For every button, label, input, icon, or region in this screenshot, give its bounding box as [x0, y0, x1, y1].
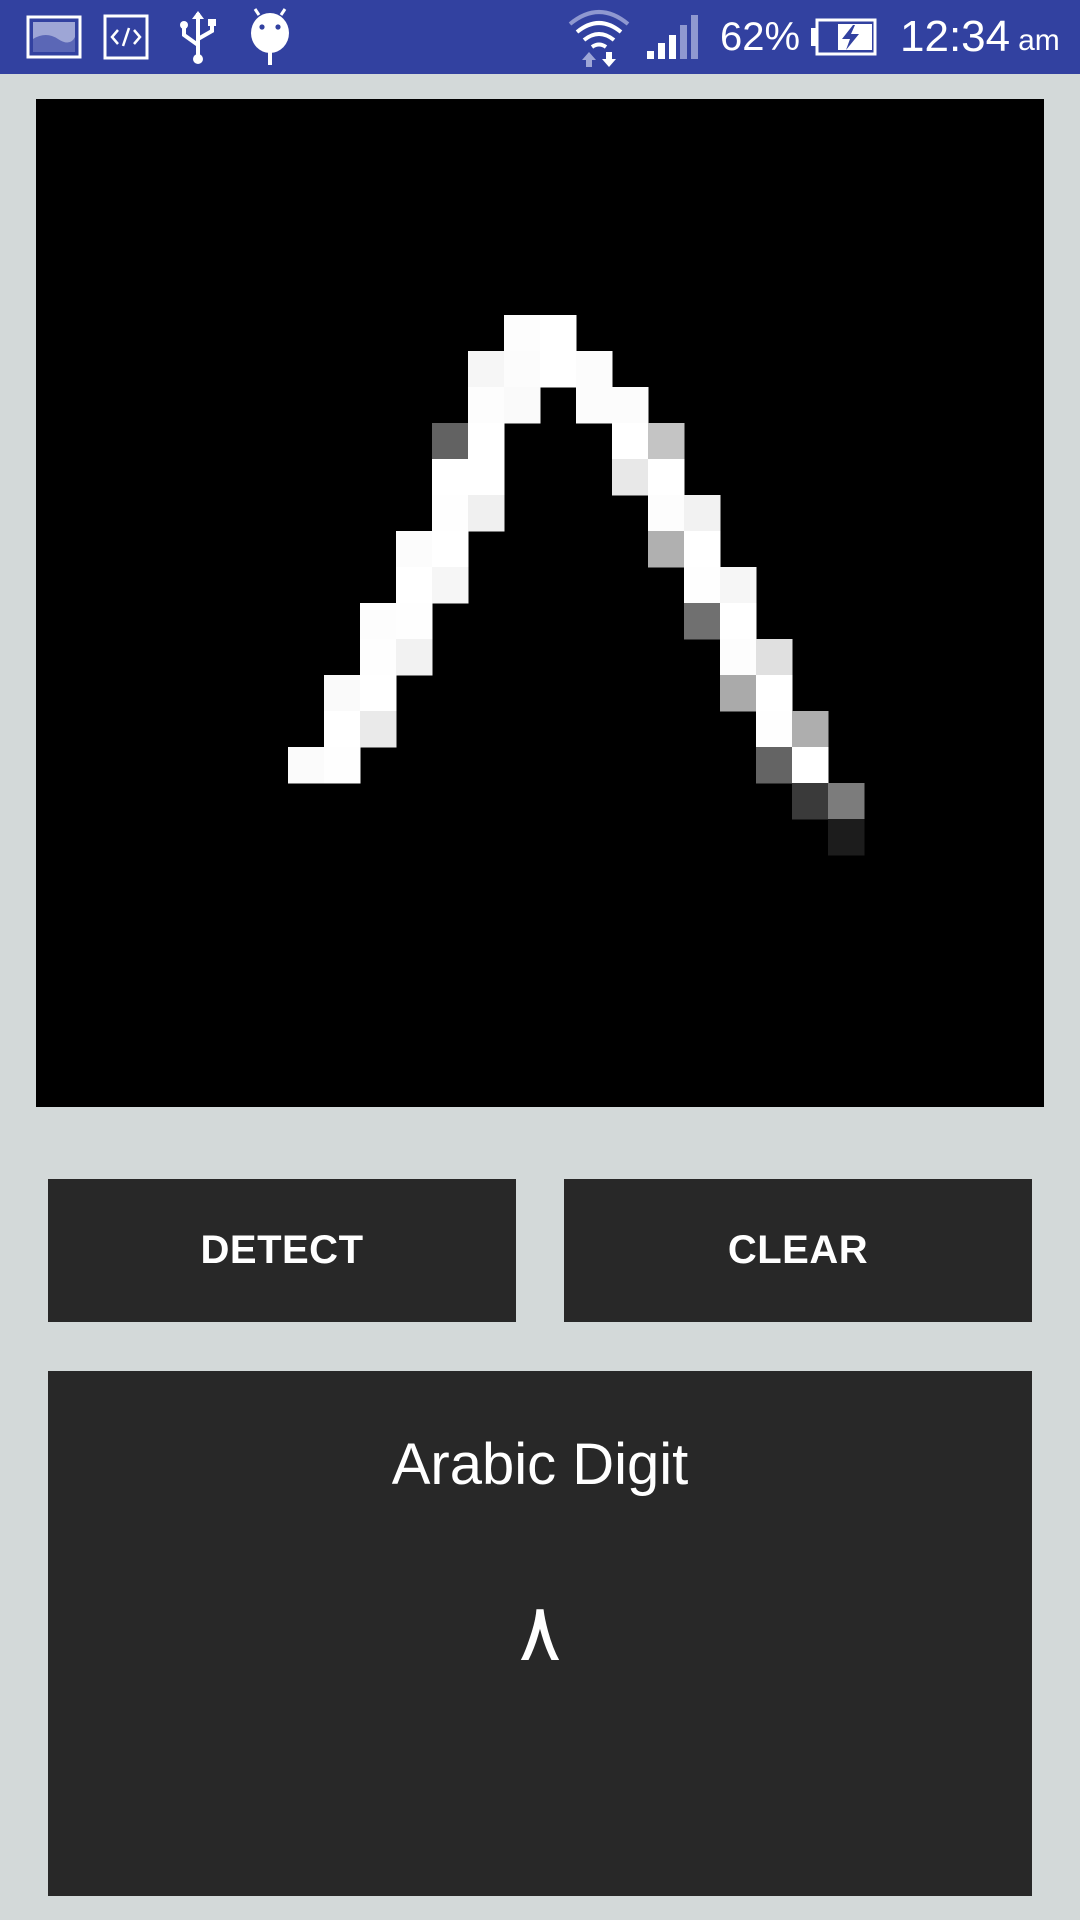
canvas-pixel: [324, 675, 361, 712]
canvas-pixel: [360, 639, 397, 676]
canvas-pixel: [792, 747, 829, 784]
canvas-pixel: [540, 315, 577, 352]
canvas-pixel: [468, 387, 505, 424]
clear-button[interactable]: CLEAR: [564, 1179, 1032, 1322]
clock-time: 12:34: [900, 12, 1011, 61]
canvas-pixel: [288, 747, 325, 784]
status-bar: 62% 12:34 am: [0, 0, 1080, 74]
canvas-pixel: [684, 531, 721, 568]
canvas-pixel: [432, 459, 469, 496]
canvas-pixel: [324, 747, 361, 784]
canvas-pixel: [684, 495, 721, 532]
clock: 12:34 am: [900, 0, 1060, 74]
canvas-pixel: [756, 747, 793, 784]
clock-ampm: am: [1018, 24, 1060, 57]
android-debug-icon: [244, 0, 296, 74]
canvas-pixel: [612, 423, 649, 460]
canvas-pixel: [792, 711, 829, 748]
canvas-pixel: [648, 495, 685, 532]
canvas-pixel: [684, 603, 721, 640]
canvas-pixel: [432, 423, 469, 460]
detect-button[interactable]: DETECT: [48, 1179, 516, 1322]
canvas-pixel: [468, 351, 505, 388]
canvas-pixel: [504, 387, 541, 424]
battery-charging-icon: [808, 0, 880, 74]
canvas-pixel: [612, 387, 649, 424]
canvas-pixel: [612, 459, 649, 496]
canvas-pixel: [720, 639, 757, 676]
battery-percent: 62%: [720, 14, 801, 59]
wifi-icon: [566, 0, 632, 74]
canvas-pixel: [720, 603, 757, 640]
result-title: Arabic Digit: [391, 1432, 689, 1497]
canvas-pixel: [756, 711, 793, 748]
canvas-pixel: [504, 351, 541, 388]
canvas-pixel: [828, 783, 865, 820]
canvas-pixel: [720, 567, 757, 604]
canvas-pixel: [360, 675, 397, 712]
code-icon: [100, 0, 152, 74]
canvas-pixel: [432, 531, 469, 568]
canvas-pixel: [396, 531, 433, 568]
canvas-pixel: [648, 423, 685, 460]
canvas-pixel: [396, 639, 433, 676]
canvas-pixel: [432, 567, 469, 604]
canvas-pixel: [324, 711, 361, 748]
canvas-pixel: [468, 423, 505, 460]
canvas-pixel: [792, 783, 829, 820]
canvas-pixel: [396, 603, 433, 640]
canvas-pixel: [720, 675, 757, 712]
canvas-pixel: [360, 711, 397, 748]
drawn-digit-image: [288, 315, 865, 856]
canvas-pixel: [576, 351, 613, 388]
canvas-pixel: [576, 387, 613, 424]
canvas-pixel: [360, 603, 397, 640]
canvas-pixel: [432, 495, 469, 532]
canvas-pixel: [468, 459, 505, 496]
canvas-pixel: [756, 639, 793, 676]
drawing-canvas[interactable]: [36, 99, 1044, 1107]
usb-icon: [172, 0, 224, 74]
canvas-pixel: [504, 315, 541, 352]
canvas-pixel: [540, 351, 577, 388]
gallery-icon: [24, 0, 84, 74]
canvas-pixel: [468, 495, 505, 532]
signal-icon: [644, 0, 706, 74]
canvas-pixel: [828, 819, 865, 856]
canvas-pixel: [684, 567, 721, 604]
canvas-pixel: [648, 531, 685, 568]
result-panel: Arabic Digit ٨: [48, 1371, 1032, 1896]
canvas-pixel: [648, 459, 685, 496]
canvas-pixel: [396, 567, 433, 604]
result-value: ٨: [518, 1586, 562, 1679]
canvas-pixel: [756, 675, 793, 712]
